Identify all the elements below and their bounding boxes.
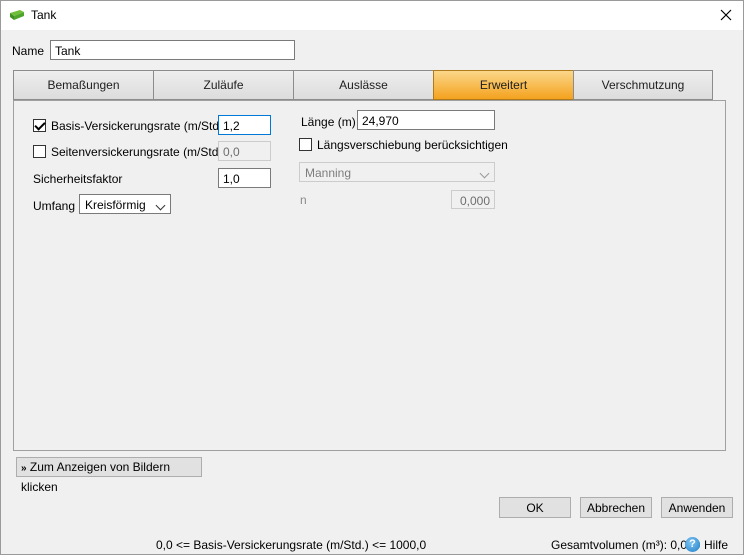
basis-rate-input[interactable]: 1,2 (218, 115, 271, 135)
basis-rate-label: Basis-Versickerungsrate (m/Std.) (51, 119, 227, 133)
tab-verschmutzung[interactable]: Verschmutzung (573, 70, 713, 100)
cancel-button[interactable]: Abbrechen (580, 497, 652, 518)
help-icon[interactable]: ? (685, 537, 700, 552)
tab-auslaesse[interactable]: Auslässe (293, 70, 434, 100)
tab-bar: Bemaßungen Zuläufe Auslässe Erweitert Ve… (13, 70, 713, 100)
double-chevron-down-icon: » (21, 463, 27, 474)
laenge-label: Länge (m) (301, 115, 356, 129)
close-icon (720, 9, 732, 21)
umfang-value: Kreisförmig (85, 198, 146, 212)
umfang-label: Umfang (33, 199, 76, 213)
umfang-select[interactable]: Kreisförmig (79, 194, 171, 214)
tab-bemassungen[interactable]: Bemaßungen (13, 70, 154, 100)
show-images-button[interactable]: » Zum Anzeigen von Bildern klicken (16, 457, 202, 494)
name-input[interactable]: Tank (50, 40, 295, 60)
total-volume: Gesamtvolumen (m³): 0,000 (551, 538, 701, 552)
basis-rate-checkbox[interactable] (33, 119, 46, 132)
show-images-label: Zum Anzeigen von Bildern klicken (21, 460, 170, 494)
name-label: Name (12, 44, 45, 58)
n-input[interactable]: 0,000 (451, 190, 495, 209)
tab-erweitert[interactable]: Erweitert (433, 70, 574, 100)
range-hint: 0,0 <= Basis-Versickerungsrate (m/Std.) … (156, 538, 427, 552)
manning-value: Manning (305, 166, 352, 180)
apply-button[interactable]: Anwenden (661, 497, 733, 518)
chevron-down-icon (155, 200, 166, 211)
close-button[interactable] (716, 5, 736, 25)
tab-zulaeufe[interactable]: Zuläufe (153, 70, 294, 100)
n-label: n (300, 193, 307, 207)
sicherheitsfaktor-label: Sicherheitsfaktor (33, 172, 123, 186)
manning-select[interactable]: Manning (299, 162, 495, 182)
seiten-rate-label: Seitenversickerungsrate (m/Std.) (51, 145, 226, 159)
seiten-rate-checkbox[interactable] (33, 145, 46, 158)
laenge-input[interactable]: 24,970 (357, 110, 495, 130)
title-bar[interactable] (0, 0, 744, 30)
laengsverschiebung-label: Längsverschiebung berücksichtigen (317, 138, 508, 152)
sicherheitsfaktor-input[interactable]: 1,0 (218, 168, 271, 188)
help-link[interactable]: Hilfe (704, 538, 728, 552)
laengsverschiebung-checkbox[interactable] (299, 138, 312, 151)
seiten-rate-input[interactable]: 0,0 (218, 141, 271, 161)
chevron-down-icon (479, 168, 490, 179)
ok-button[interactable]: OK (499, 497, 571, 518)
window-title: Tank (31, 8, 57, 22)
tank-icon (9, 9, 25, 21)
